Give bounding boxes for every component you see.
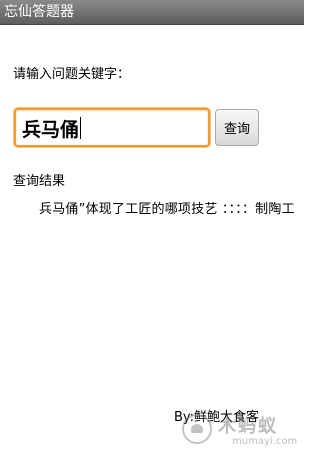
text-caret bbox=[80, 117, 81, 139]
search-button[interactable]: 查询 bbox=[215, 109, 259, 146]
results-label: 查询结果 bbox=[13, 174, 66, 189]
app-title: 忘仙答题器 bbox=[4, 4, 74, 20]
keyword-input[interactable] bbox=[22, 114, 202, 142]
watermark-cn: 木蚂蚁 bbox=[218, 416, 278, 437]
search-prompt-label: 请输入问题关键字： bbox=[13, 67, 131, 82]
ant-logo-icon bbox=[182, 414, 212, 444]
watermark: 木蚂蚁 mumayi.com bbox=[182, 412, 300, 452]
result-text: 兵马俑”体现了工匠的哪项技艺 ：：：：制陶工 bbox=[39, 202, 295, 217]
keyword-input-field[interactable] bbox=[14, 108, 210, 147]
title-bar: 忘仙答题器 bbox=[0, 0, 304, 25]
watermark-en: mumayi.com bbox=[232, 436, 298, 447]
